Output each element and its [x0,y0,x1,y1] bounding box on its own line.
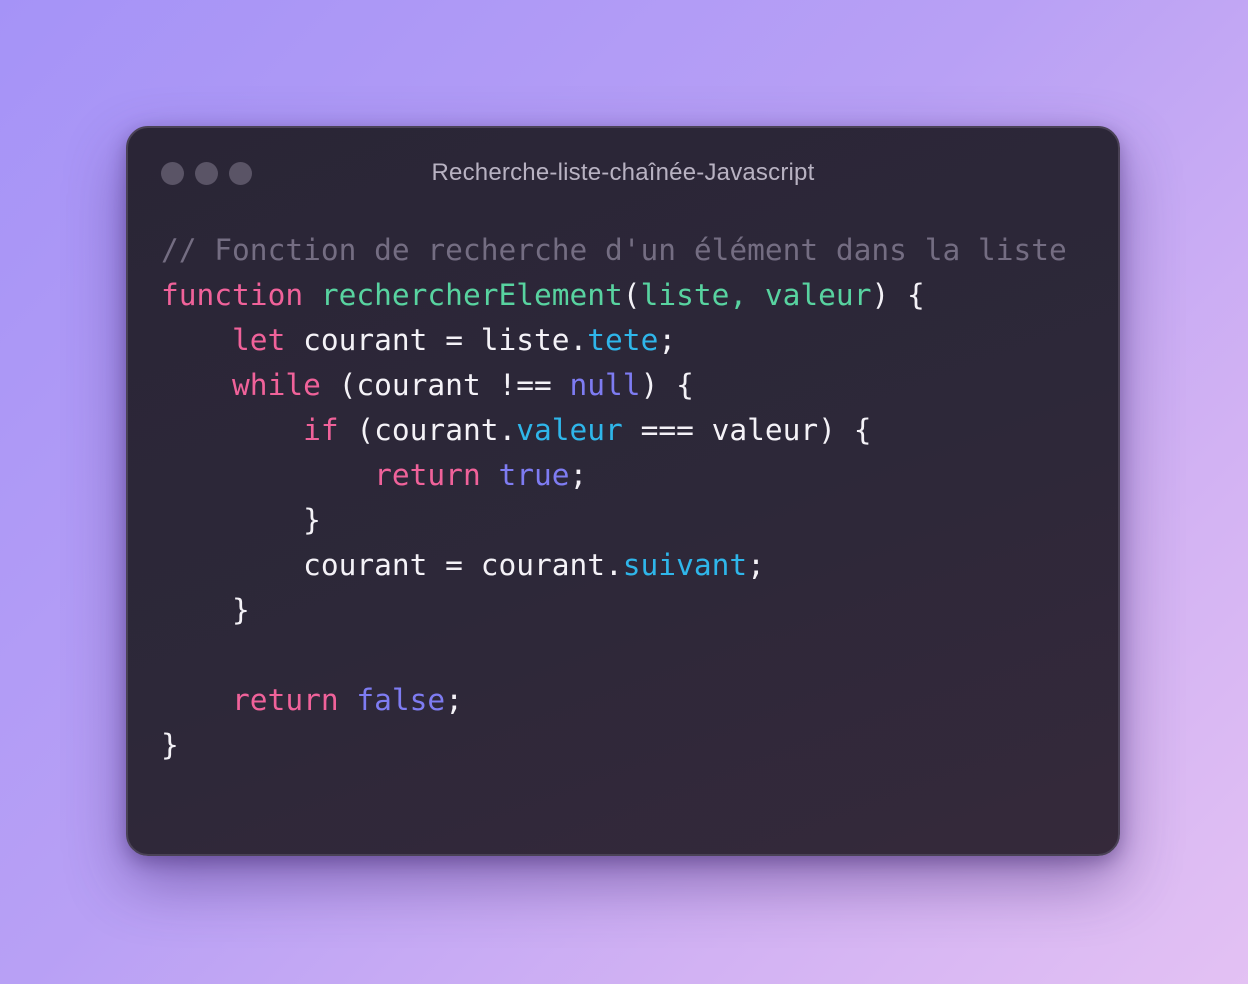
code-line: ​ [161,633,1067,678]
code-token-plain: } [161,593,250,627]
code-token-plain: (courant. [338,413,517,447]
code-token-prop: valeur [516,413,623,447]
window-title: Recherche-liste-chaînée-Javascript [431,159,815,186]
code-token-param: liste, valeur [640,278,872,312]
code-token-plain: courant = courant. [161,548,623,582]
code-line: let courant = liste.tete; [161,318,1067,363]
code-token-keyword: while [232,368,321,402]
code-line: courant = courant.suivant; [161,543,1067,588]
code-token-prop: tete [587,323,659,357]
code-token-punct: ) { [871,278,925,312]
code-block: // Fonction de recherche d'un élément da… [161,228,1067,768]
code-token-keyword: return [374,458,481,492]
code-token-comment: // Fonction de recherche d'un élément da… [161,233,1067,267]
code-token-punct: ) { [640,368,694,402]
code-line: return false; [161,678,1067,723]
code-line: } [161,723,1067,768]
code-line: return true; [161,453,1067,498]
code-token-literal: true [498,458,570,492]
code-token-funcname: rechercherElement [320,278,623,312]
code-token-punct: ; [658,323,677,357]
window-titlebar: Recherche-liste-chaînée-Javascript [128,128,1118,224]
code-token-keyword: let [232,323,286,357]
code-token-plain: } [161,728,179,762]
code-token-keyword: if [303,413,339,447]
code-token-plain: === valeur) { [622,413,872,447]
code-token-prop: suivant [622,548,748,582]
code-window: Recherche-liste-chaînée-Javascript // Fo… [126,126,1120,856]
code-token-literal: false [356,683,446,717]
code-line: if (courant.valeur === valeur) { [161,408,1067,453]
code-token-punct: ; [747,548,765,582]
code-token-punct: ; [445,683,463,717]
code-token-keyword: function [161,278,304,312]
code-token-plain: } [161,503,321,537]
code-token-keyword: return [232,683,339,717]
code-line: function rechercherElement(liste, valeur… [161,273,1067,318]
code-token-punct: ( [622,278,641,312]
code-line: } [161,588,1067,633]
code-token-plain: courant = liste. [285,323,588,357]
code-line: // Fonction de recherche d'un élément da… [161,228,1067,273]
code-line: } [161,498,1067,543]
code-token-plain: (courant !== [320,368,570,402]
code-token-punct: ; [569,458,588,492]
code-line: while (courant !== null) { [161,363,1067,408]
code-token-literal: null [569,368,641,402]
